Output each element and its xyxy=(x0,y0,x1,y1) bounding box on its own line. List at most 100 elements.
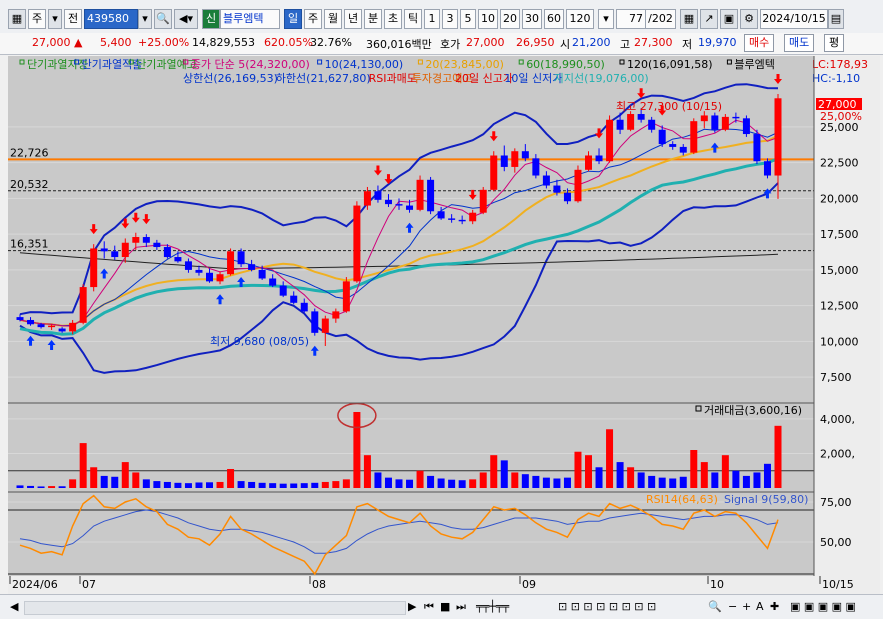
date-tick-label: 2024/06 xyxy=(12,578,58,591)
candle-body xyxy=(753,134,761,162)
candle-body xyxy=(532,158,540,176)
stop-icon[interactable]: ■ xyxy=(440,599,450,615)
interval-20[interactable]: 20 xyxy=(500,9,520,29)
volume-bar xyxy=(195,482,203,488)
extra-tool-icons[interactable]: ▣ ▣ ▣ ▣ ▣ xyxy=(790,599,856,615)
count-input[interactable]: 77 xyxy=(616,9,646,29)
eval-button[interactable]: 평 xyxy=(824,34,845,52)
zoom-icon[interactable]: 🔍 xyxy=(708,599,722,615)
scroll-left-icon[interactable]: ◀ xyxy=(10,599,18,615)
price-tick-label: 10,000 xyxy=(820,335,859,348)
date-tick-label: 08 xyxy=(312,578,326,591)
volume-bar xyxy=(658,477,666,488)
crosshair-icon[interactable]: ✚ xyxy=(770,599,779,615)
code-dropdown-icon[interactable]: ▾ xyxy=(138,9,152,29)
zoom-in-icon[interactable]: + xyxy=(742,599,751,615)
candle-body xyxy=(406,205,414,210)
chart-menu-icon[interactable]: ▦ xyxy=(8,9,26,29)
stock-code-input[interactable]: 439580 xyxy=(84,9,138,29)
period-second[interactable]: 초 xyxy=(384,9,402,29)
search-icon[interactable]: 🔍 xyxy=(154,9,172,29)
legend-item: 지지선(19,076,00) xyxy=(554,72,649,85)
candle-body xyxy=(342,281,350,312)
chart-area[interactable]: 22,726 20,532 16,351 7,500 10,000 12,500 15,0… xyxy=(8,56,880,594)
date-axis-background xyxy=(8,576,880,594)
market-dropdown-icon[interactable]: ▾ xyxy=(48,9,62,29)
volume-bar xyxy=(669,478,677,488)
period-day[interactable]: 일 xyxy=(284,9,302,29)
first-page-icon[interactable]: ⏮ xyxy=(424,599,434,615)
volume-bar xyxy=(542,477,550,488)
candle-body xyxy=(500,155,508,167)
volume-bar xyxy=(458,480,466,488)
interval-5[interactable]: 5 xyxy=(460,9,476,29)
period-tick[interactable]: 틱 xyxy=(404,9,422,29)
price-chart-svg[interactable]: 22,726 20,532 16,351 7,500 10,000 12,500 15,0… xyxy=(8,56,880,594)
price-change-pct: +25.00% xyxy=(138,36,190,49)
volume-bar xyxy=(753,472,761,488)
candle-body xyxy=(132,237,140,243)
period-year[interactable]: 년 xyxy=(344,9,362,29)
volume-tick-label: 2,000, xyxy=(820,447,855,460)
interval-120[interactable]: 120 xyxy=(566,9,594,29)
candle-body xyxy=(90,248,98,288)
price-tick-label: 12,500 xyxy=(820,300,859,313)
price-tick-label: 17,500 xyxy=(820,228,859,241)
count-total: /202 xyxy=(646,9,676,29)
last-page-icon[interactable]: ⏭ xyxy=(456,599,466,615)
interval-1[interactable]: 1 xyxy=(424,9,440,29)
sell-button[interactable]: 매도 xyxy=(784,34,815,52)
candle-body xyxy=(58,328,66,332)
interval-30[interactable]: 30 xyxy=(522,9,542,29)
period-month[interactable]: 월 xyxy=(324,9,342,29)
buy-button[interactable]: 매수 xyxy=(744,34,775,52)
interval-10[interactable]: 10 xyxy=(478,9,498,29)
interval-3[interactable]: 3 xyxy=(442,9,458,29)
tool-icons[interactable]: ⊡ ⊡ ⊡ ⊡ ⊡ ⊡ ⊡ ⊡ xyxy=(558,599,656,615)
date-input[interactable]: 2024/10/15 xyxy=(760,9,828,29)
volume-bar xyxy=(700,462,708,488)
market-select[interactable]: 주 xyxy=(28,9,46,29)
period-minute[interactable]: 분 xyxy=(364,9,382,29)
text-tool-icon[interactable]: A xyxy=(756,599,764,615)
candle-body xyxy=(142,237,150,243)
period-week[interactable]: 주 xyxy=(304,9,322,29)
horizontal-scrollbar[interactable] xyxy=(24,601,406,615)
scroll-right-icon[interactable]: ▶ xyxy=(408,599,416,615)
candle-body xyxy=(553,185,561,193)
candle-body xyxy=(763,161,771,176)
volume-bar xyxy=(290,483,298,488)
candle-body xyxy=(321,318,329,333)
gear-icon[interactable]: ⚙ xyxy=(740,9,758,29)
candle-body xyxy=(585,155,592,170)
interval-dropdown-icon[interactable]: ▾ xyxy=(598,9,614,29)
volume-bar xyxy=(227,469,235,488)
type-select[interactable]: 전 xyxy=(64,9,82,29)
calendar-icon[interactable]: ▤ xyxy=(828,9,844,29)
candle-body xyxy=(690,121,698,153)
legend-item: RSI과매도 xyxy=(369,72,417,85)
volume-bar xyxy=(574,451,582,488)
volume-bar xyxy=(521,474,529,488)
save-icon[interactable]: ▣ xyxy=(720,9,738,29)
high-price: 27,300 xyxy=(634,36,673,49)
zoom-out-icon[interactable]: − xyxy=(728,599,737,615)
interval-60[interactable]: 60 xyxy=(544,9,564,29)
date-tick-label: 09 xyxy=(522,578,536,591)
bottom-toolbar: ◀ ▶ ⏮ ■ ⏭ ╤╤┼╤╤ ⊡ ⊡ ⊡ ⊡ ⊡ ⊡ ⊡ ⊡ 🔍 − + A … xyxy=(0,594,883,619)
candle-body xyxy=(258,269,266,279)
volume-bar xyxy=(679,476,687,488)
chart-toolbar: ▦ 주 ▾ 전 439580 ▾ 🔍 ◀▾ 신 블루엠텍 일 주 월 년 분 초… xyxy=(0,0,883,34)
volume-bar xyxy=(742,475,750,488)
volume-bar xyxy=(174,482,182,488)
zoom-slider[interactable]: ╤╤┼╤╤ xyxy=(476,599,546,615)
speaker-icon[interactable]: ◀▾ xyxy=(174,9,198,29)
candle-body xyxy=(774,98,782,176)
volume-bar xyxy=(384,477,392,488)
candle-body xyxy=(542,175,550,186)
legend-item: 20(23,845,00) xyxy=(425,58,504,71)
volume-bar xyxy=(100,475,108,488)
grid-icon[interactable]: ▦ xyxy=(680,9,698,29)
candle-body xyxy=(216,274,224,282)
draw-tool-icon[interactable]: ↗ xyxy=(700,9,718,29)
